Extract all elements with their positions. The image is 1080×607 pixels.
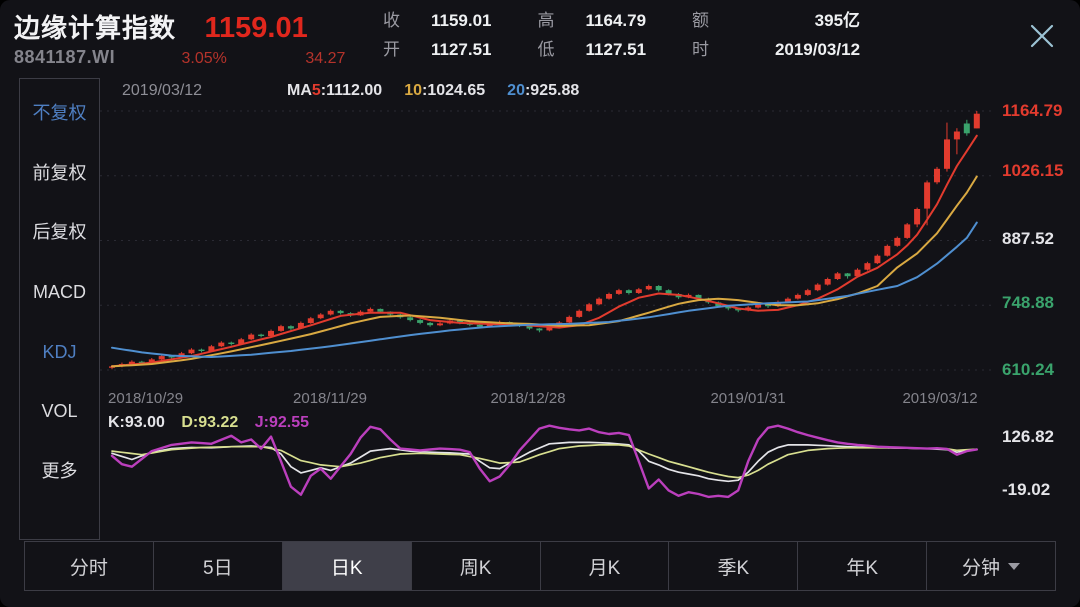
tab-minutes[interactable]: 分钟 bbox=[926, 542, 1055, 590]
stat-label: 收 bbox=[383, 10, 431, 32]
kdj-legend: K:93.00 D:93.22 J:92.55 bbox=[108, 414, 321, 432]
index-code: 8841187.WI bbox=[14, 47, 115, 67]
kdj-j-value: J:92.55 bbox=[255, 414, 309, 431]
kdj-d-value: D:93.22 bbox=[181, 414, 238, 431]
stat-label: 额 bbox=[692, 10, 740, 32]
change-absolute: 34.27 bbox=[305, 50, 345, 67]
ma5-num: 5 bbox=[312, 82, 321, 99]
close-icon bbox=[1029, 23, 1055, 49]
stat-value: 1159.01 bbox=[431, 10, 492, 32]
stat-open: 开 1127.51 bbox=[383, 39, 492, 61]
stats-col-close-open: 收 1159.01 开 1127.51 bbox=[383, 10, 492, 61]
tab-monthly-k[interactable]: 月K bbox=[540, 542, 669, 590]
tab-label: 分钟 bbox=[962, 553, 1000, 580]
stat-value: 1127.51 bbox=[586, 39, 647, 61]
x-axis-date: 2018/12/28 bbox=[490, 390, 565, 407]
stat-label: 开 bbox=[383, 39, 431, 61]
stat-label: 时 bbox=[692, 39, 740, 61]
ma20-num: 20 bbox=[507, 82, 525, 99]
tab-label: 5日 bbox=[203, 553, 233, 580]
sidebar-item-macd[interactable]: MACD bbox=[20, 280, 99, 304]
kdj-axis-label-max: 126.82 bbox=[1002, 427, 1080, 447]
kdj-axis-label-min: -19.02 bbox=[1002, 480, 1080, 500]
ma5-value: :1112.00 bbox=[321, 82, 382, 99]
stat-value: 2019/03/12 bbox=[740, 39, 860, 61]
close-button[interactable] bbox=[1018, 14, 1066, 58]
x-axis-date: 2018/11/29 bbox=[293, 390, 367, 407]
ma-legend: MA5:1112.00 10:1024.65 20:925.88 bbox=[287, 82, 579, 100]
x-axis-date: 2018/10/29 bbox=[108, 390, 183, 407]
kdj-k-value: K:93.00 bbox=[108, 414, 165, 431]
index-title: 边缘计算指数 bbox=[14, 13, 176, 43]
stat-value: 395亿 bbox=[740, 10, 860, 32]
ma10-value: :1024.65 bbox=[422, 82, 485, 99]
tab-label: 日K bbox=[331, 553, 363, 580]
tab-intraday[interactable]: 分时 bbox=[25, 542, 153, 590]
ma5-prefix: MA bbox=[287, 82, 312, 99]
sidebar-item-backward-adjust[interactable]: 后复权 bbox=[20, 220, 99, 244]
tab-quarterly-k[interactable]: 季K bbox=[668, 542, 797, 590]
chart-legend-bar: 2019/03/12 MA5:1112.00 10:1024.65 20:925.8… bbox=[0, 82, 1080, 102]
sidebar-item-no-adjust[interactable]: 不复权 bbox=[20, 101, 99, 125]
x-axis-date: 2019/03/12 bbox=[902, 390, 977, 407]
tab-label: 年K bbox=[846, 553, 878, 580]
y-axis-label-low: 610.24 bbox=[1002, 360, 1080, 380]
y-axis-label: 887.52 bbox=[1002, 229, 1080, 249]
sidebar-item-forward-adjust[interactable]: 前复权 bbox=[20, 161, 99, 185]
tab-5day[interactable]: 5日 bbox=[153, 542, 282, 590]
stat-value: 1164.79 bbox=[586, 10, 647, 32]
stats-col-high-low: 高 1164.79 低 1127.51 bbox=[538, 10, 647, 61]
y-axis-label-high: 1164.79 bbox=[1002, 101, 1080, 121]
stat-time: 时 2019/03/12 bbox=[692, 39, 860, 61]
tab-daily-k[interactable]: 日K bbox=[282, 542, 411, 590]
stat-label: 高 bbox=[538, 10, 586, 32]
last-price: 1159.01 bbox=[204, 12, 307, 44]
tab-label: 周K bbox=[460, 553, 492, 580]
tab-label: 分时 bbox=[70, 553, 108, 580]
x-axis-date: 2019/01/31 bbox=[710, 390, 785, 407]
tab-label: 季K bbox=[717, 553, 749, 580]
tab-weekly-k[interactable]: 周K bbox=[411, 542, 540, 590]
sidebar-item-vol[interactable]: VOL bbox=[20, 399, 99, 423]
y-axis-label: 748.88 bbox=[1002, 293, 1080, 313]
stat-amount: 额 395亿 bbox=[692, 10, 860, 32]
sidebar: 不复权 前复权 后复权 MACD KDJ VOL 更多 bbox=[19, 78, 100, 540]
y-axis-label: 1026.15 bbox=[1002, 161, 1080, 181]
stock-chart-screen: 边缘计算指数 1159.01 8841187.WI 3.05% 34.27 收 … bbox=[0, 0, 1080, 607]
quote-stats: 收 1159.01 开 1127.51 高 1164.79 低 1127.51 bbox=[383, 10, 860, 61]
stat-label: 低 bbox=[538, 39, 586, 61]
period-tabbar: 分时 5日 日K 周K 月K 季K 年K 分钟 bbox=[24, 541, 1056, 591]
tab-label: 月K bbox=[589, 553, 621, 580]
sidebar-item-more[interactable]: 更多 bbox=[20, 459, 99, 483]
tab-yearly-k[interactable]: 年K bbox=[797, 542, 926, 590]
ma20-value: :925.88 bbox=[525, 82, 579, 99]
stat-low: 低 1127.51 bbox=[538, 39, 647, 61]
sidebar-item-kdj[interactable]: KDJ bbox=[20, 340, 99, 364]
title-row: 边缘计算指数 1159.01 bbox=[14, 8, 308, 45]
ma10-num: 10 bbox=[404, 82, 422, 99]
header: 边缘计算指数 1159.01 8841187.WI 3.05% 34.27 收 … bbox=[0, 0, 1080, 76]
stat-value: 1127.51 bbox=[431, 39, 492, 61]
subtitle-row: 8841187.WI 3.05% 34.27 bbox=[14, 47, 345, 68]
stat-high: 高 1164.79 bbox=[538, 10, 647, 32]
stat-close: 收 1159.01 bbox=[383, 10, 492, 32]
cursor-date: 2019/03/12 bbox=[122, 82, 202, 100]
change-percent: 3.05% bbox=[182, 50, 227, 67]
stats-col-amount-time: 额 395亿 时 2019/03/12 bbox=[692, 10, 860, 61]
chevron-down-icon bbox=[1008, 563, 1020, 570]
